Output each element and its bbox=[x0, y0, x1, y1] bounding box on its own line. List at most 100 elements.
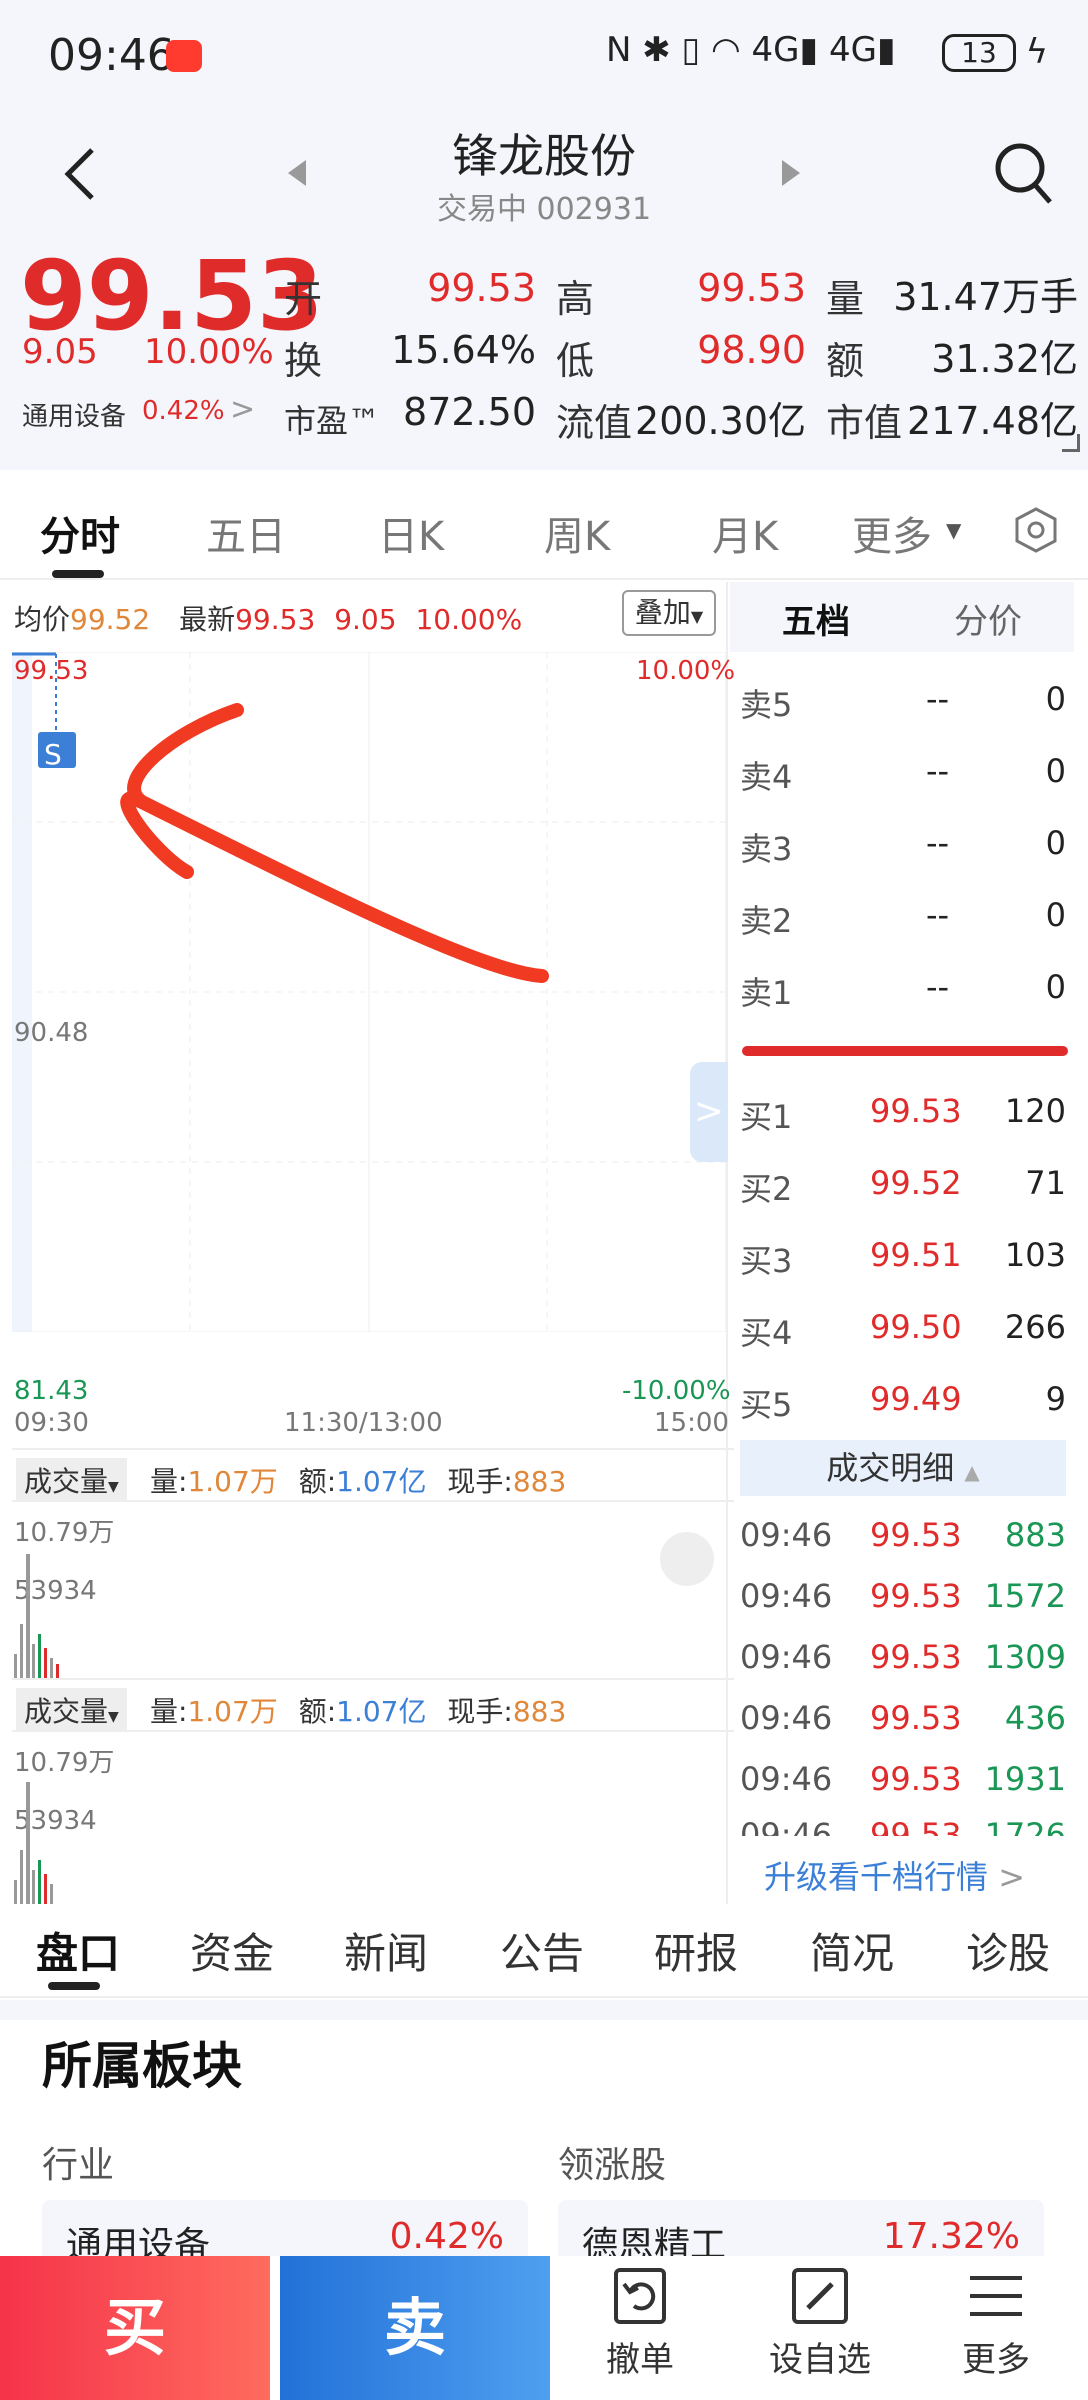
volume-info-row: 成交量▼ 量:1.07万 额:1.07亿 现手:883 bbox=[12, 1448, 734, 1502]
industry-label: 行业 bbox=[42, 2145, 115, 2186]
price-axis-top: 99.53 bbox=[14, 656, 89, 686]
info-tabs: 盘口 资金 新闻 公告 研报 简况 诊股 bbox=[0, 1906, 1088, 1998]
volume-bars bbox=[14, 1782, 53, 1904]
tab-more[interactable]: 更多 bbox=[852, 504, 932, 562]
ask-row: 卖5 -- 0 bbox=[740, 680, 1066, 724]
pe-value: 872.50 bbox=[403, 390, 536, 434]
ask-row: 卖4 -- 0 bbox=[740, 752, 1066, 796]
ask-row: 卖1 -- 0 bbox=[740, 968, 1066, 1012]
volume-label: 量 bbox=[826, 277, 865, 321]
add-watchlist-button[interactable]: 设自选 bbox=[750, 2266, 890, 2381]
ask-row: 卖2 -- 0 bbox=[740, 896, 1066, 940]
trade-row: 09:46 99.53 1309 bbox=[740, 1638, 1066, 1676]
upgrade-link[interactable]: 升级看千档行情 > bbox=[764, 1852, 1025, 1898]
industry-pct: 0.42% bbox=[389, 2216, 504, 2257]
trade-row: 09:46 99.53 436 bbox=[740, 1699, 1066, 1737]
latest-label: 最新 bbox=[179, 603, 236, 636]
stock-status: 交易中 002931 bbox=[436, 192, 652, 227]
volume-info-row: 成交量▼ 量:1.07万 额:1.07亿 现手:883 bbox=[12, 1678, 734, 1732]
pct-axis-top: 10.00% bbox=[636, 656, 736, 686]
tab-announcements[interactable]: 公告 bbox=[500, 1920, 584, 1981]
pe-label: 市盈™ bbox=[284, 402, 381, 440]
buy-button[interactable]: 买 bbox=[0, 2256, 270, 2400]
bid-row: 买5 99.49 9 bbox=[740, 1380, 1066, 1424]
quote-panel: 99.53 9.05 10.00% 通用设备 0.42% > 开 99.53 高… bbox=[0, 240, 1088, 470]
high-value: 99.53 bbox=[697, 266, 806, 310]
latest-pct: 10.00% bbox=[415, 603, 523, 636]
sell-button[interactable]: 卖 bbox=[280, 2256, 550, 2400]
order-book-panel: 五档 分价 卖5 -- 0 卖4 -- 0 卖3 -- 0 卖2 -- 0 卖1 -- 0 买1 99… bbox=[730, 582, 1088, 1904]
undo-icon bbox=[614, 2268, 666, 2324]
tab-five-day[interactable]: 五日 bbox=[206, 504, 286, 562]
trade-row: 09:46 99.53 883 bbox=[740, 1516, 1066, 1554]
open-label: 开 bbox=[284, 277, 323, 321]
tab-monthly-k[interactable]: 月K bbox=[712, 504, 778, 562]
tab-five-levels[interactable]: 五档 bbox=[730, 594, 902, 643]
chevron-right-icon: > bbox=[693, 1091, 725, 1132]
tab-intraday[interactable]: 分时 bbox=[40, 504, 120, 562]
active-tab-indicator bbox=[48, 1982, 100, 1990]
bid-row: 买2 99.52 71 bbox=[740, 1164, 1066, 1208]
order-book-tabs: 五档 分价 bbox=[730, 582, 1074, 652]
tab-price-distribution[interactable]: 分价 bbox=[902, 594, 1074, 643]
section-spacer bbox=[0, 2000, 1088, 2020]
more-button[interactable]: 更多 bbox=[926, 2266, 1066, 2381]
trade-detail-header[interactable]: 成交明细 ▲ bbox=[740, 1440, 1066, 1496]
low-value: 98.90 bbox=[697, 328, 806, 372]
chevron-right-icon: > bbox=[998, 1858, 1025, 1896]
volume-stats: 量:1.07万 额:1.07亿 现手:883 bbox=[150, 1695, 567, 1728]
search-icon[interactable] bbox=[994, 142, 1054, 206]
trade-row: 09:46 99.53 1931 bbox=[740, 1760, 1066, 1798]
tab-capital[interactable]: 资金 bbox=[190, 1920, 274, 1981]
sell-marker[interactable]: S bbox=[44, 738, 62, 771]
sector-link[interactable]: 通用设备 0.42% > bbox=[0, 390, 270, 434]
stock-name: 锋龙股份 bbox=[452, 129, 636, 183]
latest-price: 99.53 bbox=[235, 603, 316, 636]
ask-row: 卖3 -- 0 bbox=[740, 824, 1066, 868]
chart-info-row: 均价99.52 最新99.53 9.05 10.00% bbox=[14, 598, 522, 638]
leader-label: 领涨股 bbox=[558, 2145, 667, 2186]
cancel-order-button[interactable]: 撤单 bbox=[570, 2266, 710, 2381]
overlay-dropdown[interactable]: 叠加▼ bbox=[622, 590, 716, 636]
bid-ask-divider bbox=[742, 1046, 1068, 1056]
cancel-order-label: 撤单 bbox=[606, 2340, 674, 2380]
settings-hexagon-icon[interactable] bbox=[1012, 506, 1060, 554]
trade-row: 09:46 99.53 1726 bbox=[740, 1816, 1066, 1836]
tab-handicap[interactable]: 盘口 bbox=[36, 1920, 120, 1981]
float-cap-value: 200.30亿 bbox=[635, 399, 806, 443]
volume-panel: 成交量▼ 量:1.07万 额:1.07亿 现手:883 10.79万 53934 bbox=[0, 1448, 734, 1678]
low-label: 低 bbox=[556, 339, 595, 383]
time-axis-end: 15:00 bbox=[654, 1408, 729, 1438]
tab-profile[interactable]: 简况 bbox=[810, 1920, 894, 1981]
active-tab-indicator bbox=[52, 570, 104, 578]
section-title: 所属板块 bbox=[42, 2037, 242, 2095]
collapse-handle[interactable]: > bbox=[690, 1062, 728, 1162]
chevron-right-icon: > bbox=[230, 392, 256, 427]
next-stock-icon[interactable] bbox=[780, 158, 802, 188]
indicator-selector[interactable]: 成交量▼ bbox=[16, 1688, 127, 1732]
expand-corner-icon[interactable] bbox=[1062, 434, 1080, 452]
battery-icon: 13 bbox=[942, 34, 1016, 72]
latest-change: 9.05 bbox=[334, 603, 397, 636]
bid-row: 买4 99.50 266 bbox=[740, 1308, 1066, 1352]
expand-icon[interactable] bbox=[660, 1532, 714, 1586]
tab-daily-k[interactable]: 日K bbox=[378, 504, 444, 562]
signal-icons: N ✱ ▯ ◠ 4G▮ 4G▮ bbox=[606, 30, 896, 70]
price-chart-svg[interactable] bbox=[12, 652, 726, 1332]
tab-news[interactable]: 新闻 bbox=[344, 1920, 428, 1981]
tab-weekly-k[interactable]: 周K bbox=[544, 504, 610, 562]
leader-pct: 17.32% bbox=[882, 2216, 1020, 2257]
tab-diagnosis[interactable]: 诊股 bbox=[966, 1920, 1050, 1981]
open-value: 99.53 bbox=[427, 266, 536, 310]
price-change-pct: 10.00% bbox=[144, 332, 274, 372]
intraday-chart-panel: 均价99.52 最新99.53 9.05 10.00% 叠加▼ S 99.53 … bbox=[0, 582, 735, 1904]
pct-axis-bottom: -10.00% bbox=[622, 1376, 731, 1406]
sector-name: 通用设备 bbox=[22, 402, 127, 432]
avg-price-value: 99.52 bbox=[70, 603, 151, 636]
dropdown-arrow-icon: ▼ bbox=[690, 607, 704, 626]
tab-research[interactable]: 研报 bbox=[654, 1920, 738, 1981]
status-bar: 09:46 N ✱ ▯ ◠ 4G▮ 4G▮ 13 ϟ bbox=[0, 0, 1088, 110]
volume-panel: 成交量▼ 量:1.07万 额:1.07亿 现手:883 10.79万 53934 bbox=[0, 1678, 734, 1904]
indicator-selector[interactable]: 成交量▼ bbox=[16, 1458, 127, 1502]
sector-pct: 0.42% bbox=[142, 396, 225, 426]
